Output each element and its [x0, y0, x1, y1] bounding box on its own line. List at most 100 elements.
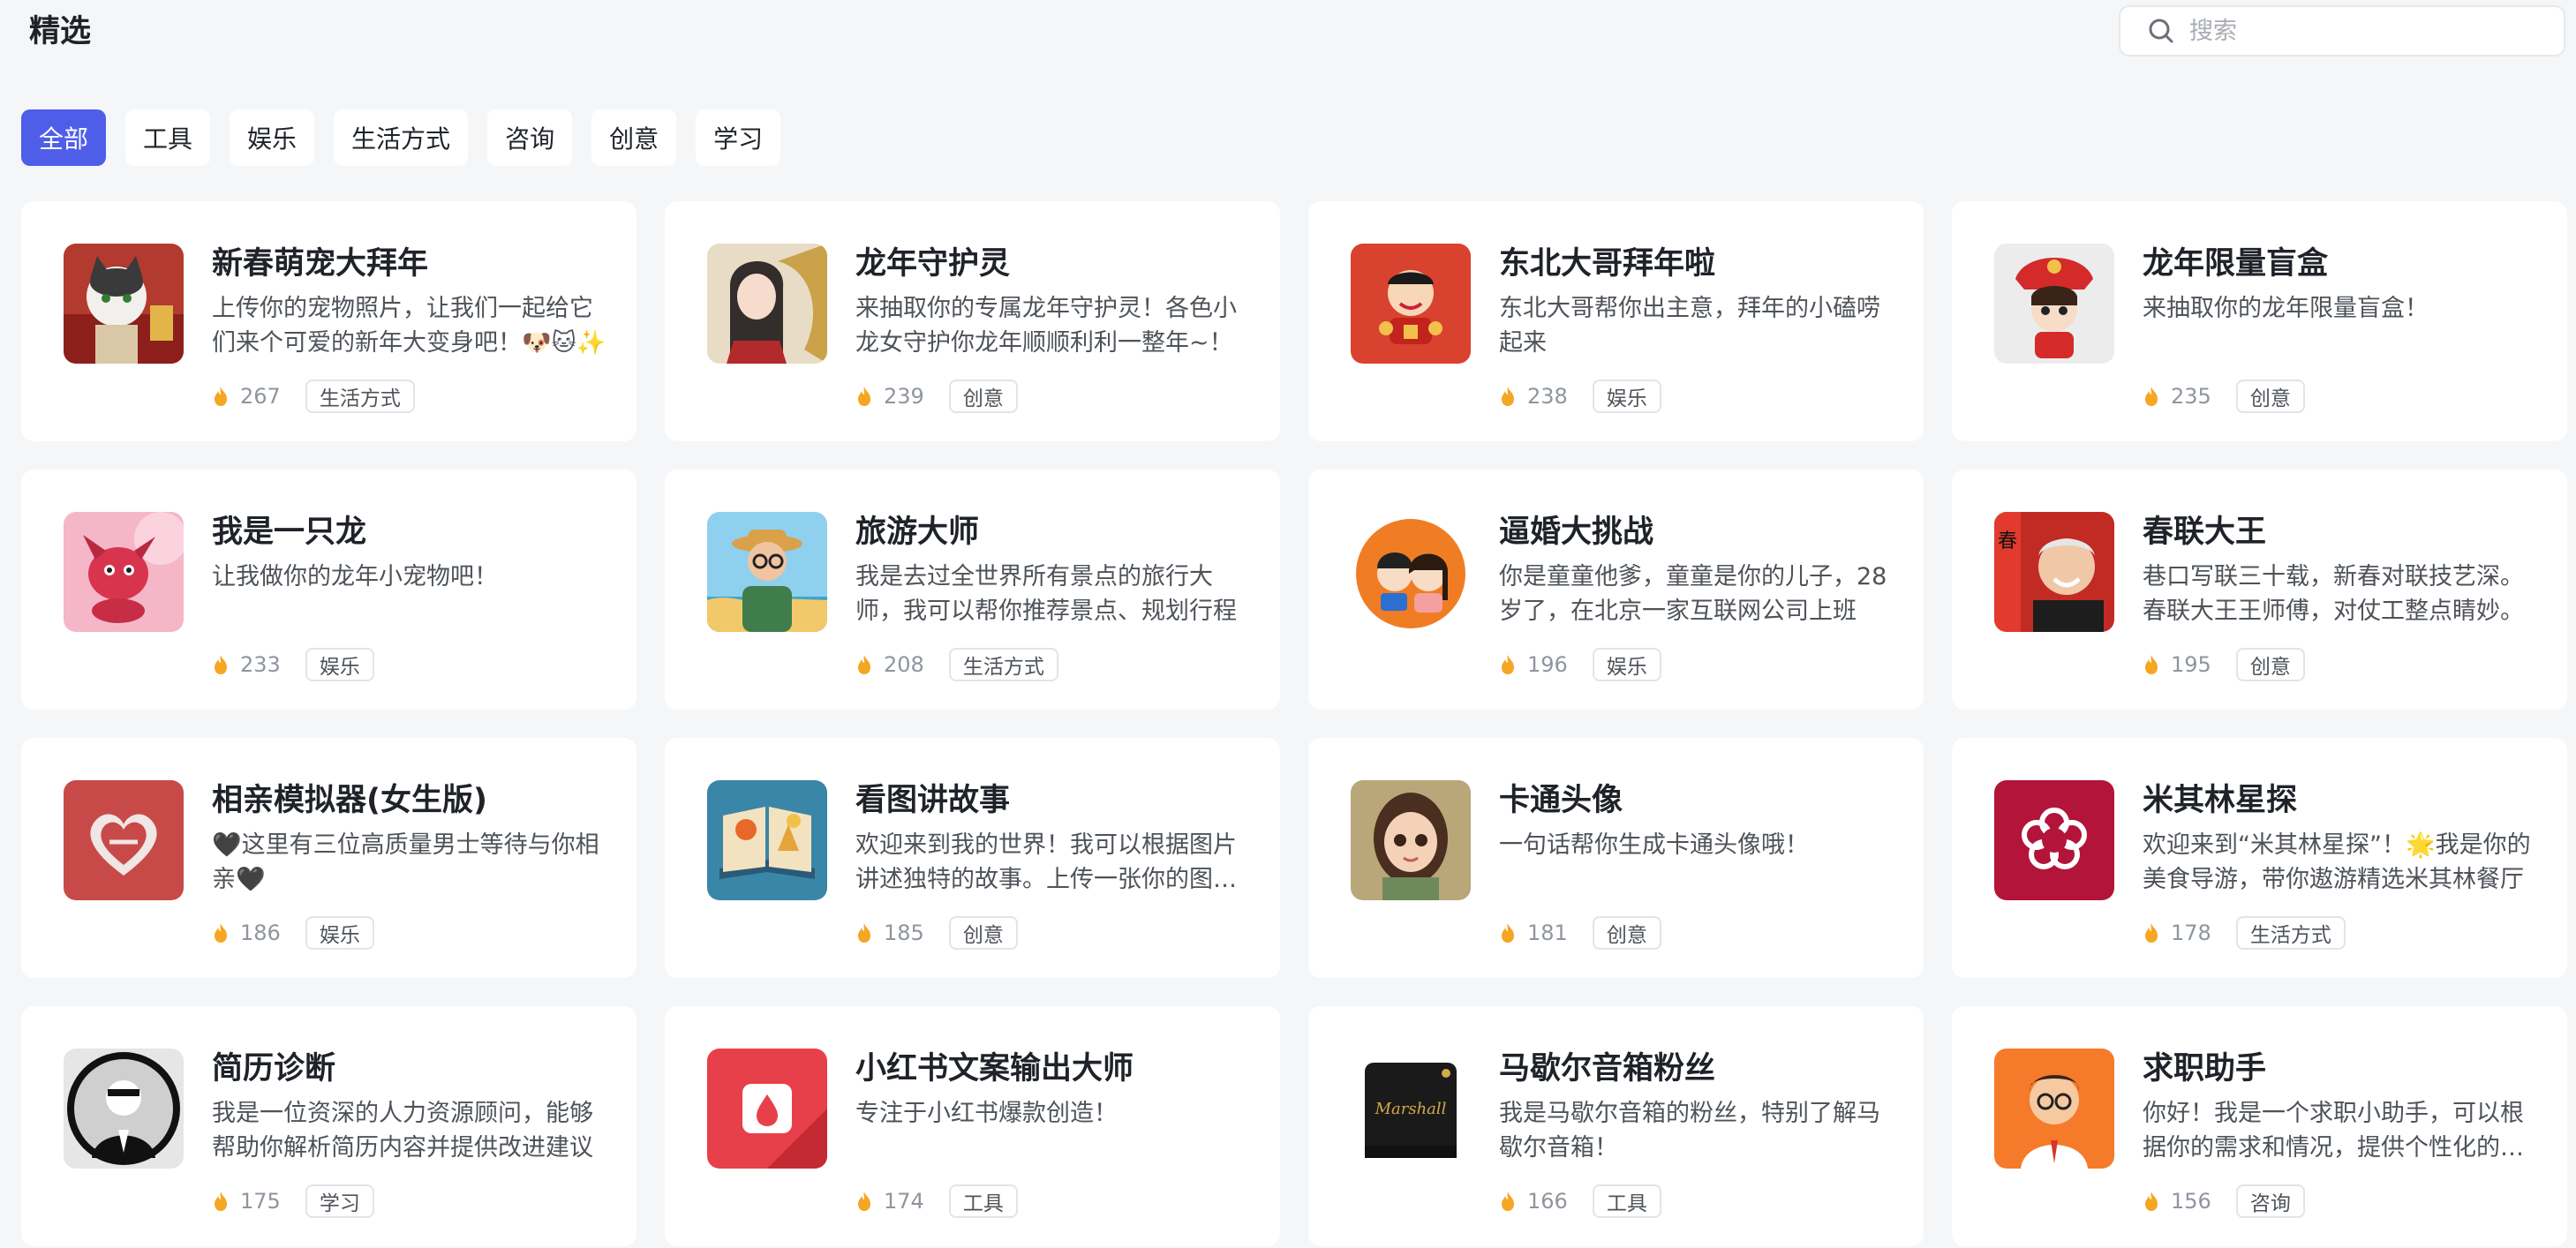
usage-count: 181 [1527, 921, 1568, 945]
bot-meta: 267 生活方式 [212, 378, 415, 415]
bot-title: 求职助手 [2143, 1051, 2267, 1086]
bot-title: 相亲模拟器(女生版) [212, 783, 487, 818]
category-tag[interactable]: 创意 [1592, 916, 1661, 950]
bot-card[interactable]: 龙年守护灵 来抽取你的专属龙年守护灵！各色小龙女守护你龙年顺顺利利一整年~！ 2… [665, 201, 1280, 441]
bot-meta: 239 创意 [855, 378, 1018, 415]
bot-title: 看图讲故事 [855, 783, 1011, 818]
category-tag[interactable]: 娱乐 [305, 916, 374, 950]
tab-consulting[interactable]: 咨询 [487, 109, 573, 166]
bot-meta: 174 工具 [855, 1183, 1018, 1220]
bot-description: 欢迎来到“米其林星探”！🌟我是你的美食导游，带你遨游精选米其林餐厅 [2143, 831, 2531, 893]
bot-card[interactable]: 东北大哥拜年啦 东北大哥帮你出主意，拜年的小磕唠起来 238 娱乐 [1308, 201, 1924, 441]
flame-icon [212, 922, 230, 944]
bot-title: 旅游大师 [855, 515, 980, 550]
category-tag[interactable]: 生活方式 [2235, 916, 2346, 950]
bot-title: 马歇尔音箱粉丝 [1499, 1051, 1716, 1086]
usage-count: 185 [884, 921, 924, 945]
bot-description: 一句话帮你生成卡通头像哦！ [1499, 831, 1809, 859]
michelin-flower-avatar-icon [1994, 780, 2114, 900]
bot-meta: 166 工具 [1499, 1183, 1661, 1220]
flame-icon [1499, 654, 1517, 675]
bot-card[interactable]: 相亲模拟器(女生版) 🖤这里有三位高质量男士等待与你相亲🖤 186 娱乐 [21, 738, 636, 978]
bot-description: 你好！我是一个求职小助手，可以根据你的需求和情况，提供个性化的建议 [2143, 1100, 2524, 1162]
bot-card[interactable]: 旅游大师 我是去过全世界所有景点的旅行大师，我可以帮你推荐景点、规划行程 208… [665, 470, 1280, 710]
usage-count: 233 [240, 652, 281, 677]
bot-description: 我是一位资深的人力资源顾问，能够帮助你解析简历内容并提供改进建议 [212, 1100, 593, 1162]
bot-title: 简历诊断 [212, 1051, 336, 1086]
category-tag[interactable]: 学习 [305, 1184, 374, 1218]
svg-text:Marshall: Marshall [1375, 1100, 1447, 1118]
bot-meta: 208 生活方式 [855, 646, 1058, 683]
bot-title: 卡通头像 [1499, 783, 1623, 818]
bot-title: 东北大哥拜年啦 [1499, 246, 1716, 282]
bot-description: 上传你的宠物照片，让我们一起给它们来个可爱的新年大变身吧！🐶🐱✨ [212, 295, 606, 357]
usage-count: 175 [240, 1189, 281, 1214]
hr-consultant-avatar-icon [64, 1049, 184, 1169]
bot-description: 让我做你的龙年小宠物吧！ [212, 563, 498, 590]
storybook-avatar-icon [707, 780, 827, 900]
baby-dragon-avatar-icon [64, 512, 184, 632]
bot-description: 来抽取你的专属龙年守护灵！各色小龙女守护你龙年顺顺利利一整年~！ [855, 295, 1237, 357]
category-tag[interactable]: 生活方式 [948, 648, 1058, 681]
bot-card[interactable]: 卡通头像 一句话帮你生成卡通头像哦！ 181 创意 [1308, 738, 1924, 978]
couple-avatar-icon [1351, 512, 1471, 632]
flame-icon [2143, 386, 2160, 407]
tab-lifestyle[interactable]: 生活方式 [334, 109, 469, 166]
bot-card[interactable]: 逼婚大挑战 你是童童他爹，童童是你的儿子，28岁了，在北京一家互联网公司上班 1… [1308, 470, 1924, 710]
bot-card[interactable]: 新春萌宠大拜年 上传你的宠物照片，让我们一起给它们来个可爱的新年大变身吧！🐶🐱✨… [21, 201, 636, 441]
search-input[interactable] [2188, 16, 2562, 46]
tab-learning[interactable]: 学习 [696, 109, 781, 166]
tab-tools[interactable]: 工具 [125, 109, 211, 166]
bot-description: 巷口写联三十载，新春对联技艺深。春联大王王师傅，对仗工整点睛妙。 [2143, 563, 2524, 625]
bot-card-grid: 新春萌宠大拜年 上传你的宠物照片，让我们一起给它们来个可爱的新年大变身吧！🐶🐱✨… [21, 201, 2567, 1246]
flame-icon [2143, 654, 2160, 675]
flame-icon [855, 654, 873, 675]
usage-count: 238 [1527, 384, 1568, 409]
dragon-girl-avatar-icon [707, 244, 827, 364]
category-tabs: 全部 工具 娱乐 生活方式 咨询 创意 学习 [21, 109, 781, 166]
category-tag[interactable]: 工具 [948, 1184, 1018, 1218]
bot-card[interactable]: 简历诊断 我是一位资深的人力资源顾问，能够帮助你解析简历内容并提供改进建议 17… [21, 1006, 636, 1246]
bot-card[interactable]: 我是一只龙 让我做你的龙年小宠物吧！ 233 娱乐 [21, 470, 636, 710]
old-master-avatar-icon: 春 [1994, 512, 2114, 632]
bot-title: 小红书文案输出大师 [855, 1051, 1134, 1086]
search-box[interactable] [2119, 5, 2565, 56]
cartoon-girl-avatar-icon [1351, 780, 1471, 900]
bot-card[interactable]: 米其林星探 欢迎来到“米其林星探”！🌟我是你的美食导游，带你遨游精选米其林餐厅 … [1952, 738, 2567, 978]
bot-card[interactable]: 龙年限量盲盒 来抽取你的龙年限量盲盒！ 235 创意 [1952, 201, 2567, 441]
bot-card[interactable]: 春 春联大王 巷口写联三十载，新春对联技艺深。春联大王王师傅，对仗工整点睛妙。 … [1952, 470, 2567, 710]
usage-count: 196 [1527, 652, 1568, 677]
category-tag[interactable]: 工具 [1592, 1184, 1661, 1218]
bot-description: 来抽取你的龙年限量盲盒！ [2143, 295, 2429, 322]
category-tag[interactable]: 生活方式 [305, 380, 415, 413]
bot-description: 🖤这里有三位高质量男士等待与你相亲🖤 [212, 831, 599, 893]
flame-icon [1499, 922, 1517, 944]
bot-meta: 181 创意 [1499, 914, 1661, 951]
usage-count: 235 [2171, 384, 2211, 409]
category-tag[interactable]: 娱乐 [1592, 648, 1661, 681]
usage-count: 186 [240, 921, 281, 945]
bot-meta: 156 咨询 [2143, 1183, 2305, 1220]
speaker-avatar-icon: Marshall [1351, 1049, 1471, 1169]
usage-count: 195 [2171, 652, 2211, 677]
bot-card[interactable]: 看图讲故事 欢迎来到我的世界！我可以根据图片讲述独特的故事。上传一张你的图片吧 … [665, 738, 1280, 978]
tab-all[interactable]: 全部 [21, 109, 107, 166]
bot-meta: 238 娱乐 [1499, 378, 1661, 415]
bot-card[interactable]: 求职助手 你好！我是一个求职小助手，可以根据你的需求和情况，提供个性化的建议 1… [1952, 1006, 2567, 1246]
category-tag[interactable]: 咨询 [2235, 1184, 2305, 1218]
bot-meta: 233 娱乐 [212, 646, 374, 683]
category-tag[interactable]: 创意 [2235, 380, 2305, 413]
category-tag[interactable]: 娱乐 [1592, 380, 1661, 413]
category-tag[interactable]: 创意 [948, 380, 1018, 413]
bot-card[interactable]: 小红书文案输出大师 专注于小红书爆款创造！ 174 工具 [665, 1006, 1280, 1246]
category-tag[interactable]: 创意 [2235, 648, 2305, 681]
usage-count: 166 [1527, 1189, 1568, 1214]
red-book-avatar-icon [707, 1049, 827, 1169]
category-tag[interactable]: 娱乐 [305, 648, 374, 681]
tab-entertainment[interactable]: 娱乐 [230, 109, 315, 166]
bot-meta: 175 学习 [212, 1183, 374, 1220]
pet-cat-avatar-icon [64, 244, 184, 364]
tab-creative[interactable]: 创意 [591, 109, 677, 166]
bot-card[interactable]: Marshall 马歇尔音箱粉丝 我是马歇尔音箱的粉丝，特别了解马歇尔音箱！ 1… [1308, 1006, 1924, 1246]
category-tag[interactable]: 创意 [948, 916, 1018, 950]
